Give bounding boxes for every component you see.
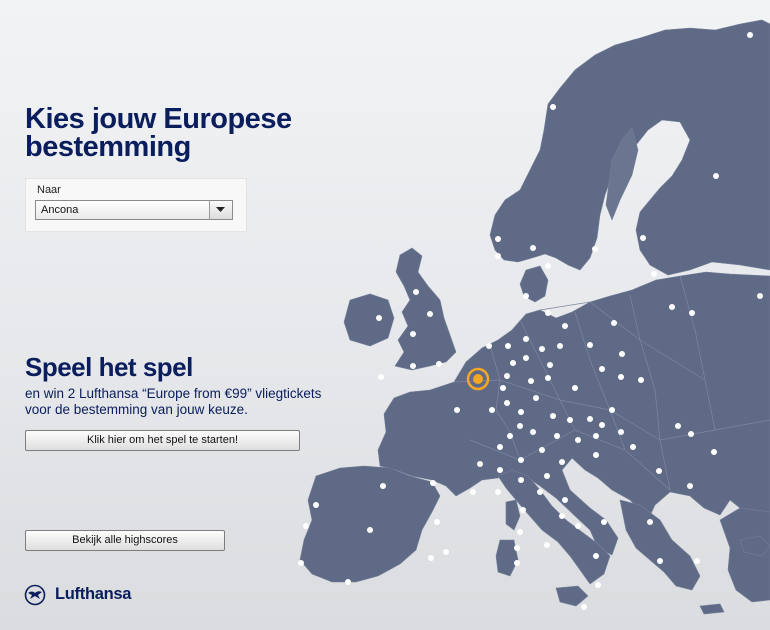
destination-select[interactable]: Ancona <box>35 200 233 220</box>
game-title: Speel het spel <box>25 352 193 382</box>
game-description-line2: voor de bestemming van jouw keuze. <box>25 402 248 417</box>
game-description-line1: en win 2 Lufthansa “Europe from €99” vli… <box>25 386 322 401</box>
start-game-button[interactable]: Klik hier om het spel te starten! <box>25 430 300 451</box>
destination-panel: Naar Ancona <box>25 178 247 232</box>
highscores-button[interactable]: Bekijk alle highscores <box>25 530 225 551</box>
destination-label: Naar <box>37 184 61 196</box>
page-title-line2: bestemming <box>25 131 191 163</box>
game-description: en win 2 Lufthansa “Europe from €99” vli… <box>25 386 355 418</box>
page-title-line1: Kies jouw Europese <box>25 103 292 135</box>
crane-logo-icon <box>24 584 46 606</box>
destination-select-value: Ancona <box>41 204 79 216</box>
chevron-down-icon <box>216 207 225 212</box>
dropdown-button[interactable] <box>209 201 232 219</box>
brand-name: Lufthansa <box>55 585 132 603</box>
page-title: Kies jouw Europese bestemming <box>25 103 345 163</box>
land <box>299 19 770 615</box>
